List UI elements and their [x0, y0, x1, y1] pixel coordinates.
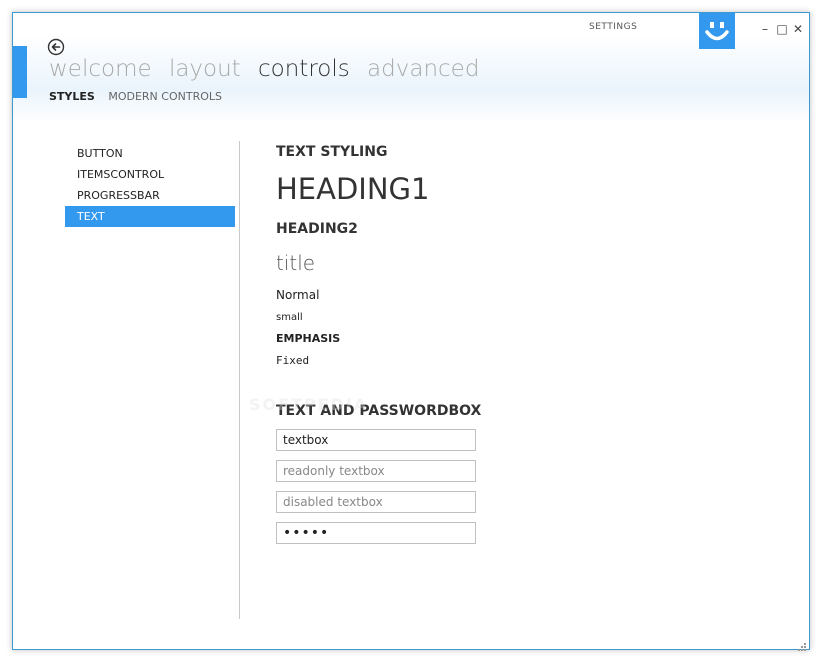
disabled-textbox — [276, 491, 476, 513]
smiley-logo-icon — [699, 13, 735, 49]
accent-bar — [13, 46, 27, 98]
menu-item-welcome[interactable]: welcome — [49, 56, 152, 82]
small-sample: small — [276, 312, 303, 323]
sidebar-item-progressbar[interactable]: PROGRESSBAR — [65, 185, 235, 206]
emphasis-sample: EMPHASIS — [276, 332, 341, 345]
back-arrow-icon[interactable] — [47, 38, 65, 56]
window-title: SETTINGS — [589, 22, 638, 32]
settings-window: SETTINGS – □ ✕ welcome layout controls a… — [12, 12, 810, 651]
heading2-sample: HEADING2 — [276, 221, 358, 237]
sub-menu: STYLES MODERN CONTROLS — [49, 90, 232, 103]
sidebar-item-button[interactable]: BUTTON — [65, 143, 235, 164]
menu-item-layout[interactable]: layout — [169, 56, 241, 82]
menu-item-advanced[interactable]: advanced — [367, 56, 479, 82]
readonly-textbox[interactable] — [276, 460, 476, 482]
text-styling-header: TEXT STYLING — [276, 144, 388, 160]
maximize-button[interactable]: □ — [774, 21, 790, 37]
vertical-divider — [239, 141, 240, 619]
sidebar-item-text[interactable]: TEXT — [65, 206, 235, 227]
heading1-sample: HEADING1 — [276, 172, 430, 206]
main-menu: welcome layout controls advanced — [49, 56, 489, 82]
password-box[interactable]: ••••• — [276, 522, 476, 544]
sidebar-item-itemscontrol[interactable]: ITEMSCONTROL — [65, 164, 235, 185]
submenu-item-styles[interactable]: STYLES — [49, 90, 95, 103]
menu-item-controls[interactable]: controls — [258, 56, 350, 82]
title-sample: title — [276, 251, 316, 275]
textbox-input[interactable] — [276, 429, 476, 451]
close-button[interactable]: ✕ — [790, 21, 806, 37]
submenu-item-modern-controls[interactable]: MODERN CONTROLS — [108, 90, 222, 103]
sidebar: BUTTON ITEMSCONTROL PROGRESSBAR TEXT — [65, 143, 235, 227]
resize-grip-icon[interactable] — [797, 637, 807, 651]
fixed-sample: Fixed — [276, 354, 310, 367]
minimize-button[interactable]: – — [757, 21, 773, 37]
normal-sample: Normal — [276, 288, 320, 302]
watermark: SOFTPEDIA — [249, 395, 369, 414]
